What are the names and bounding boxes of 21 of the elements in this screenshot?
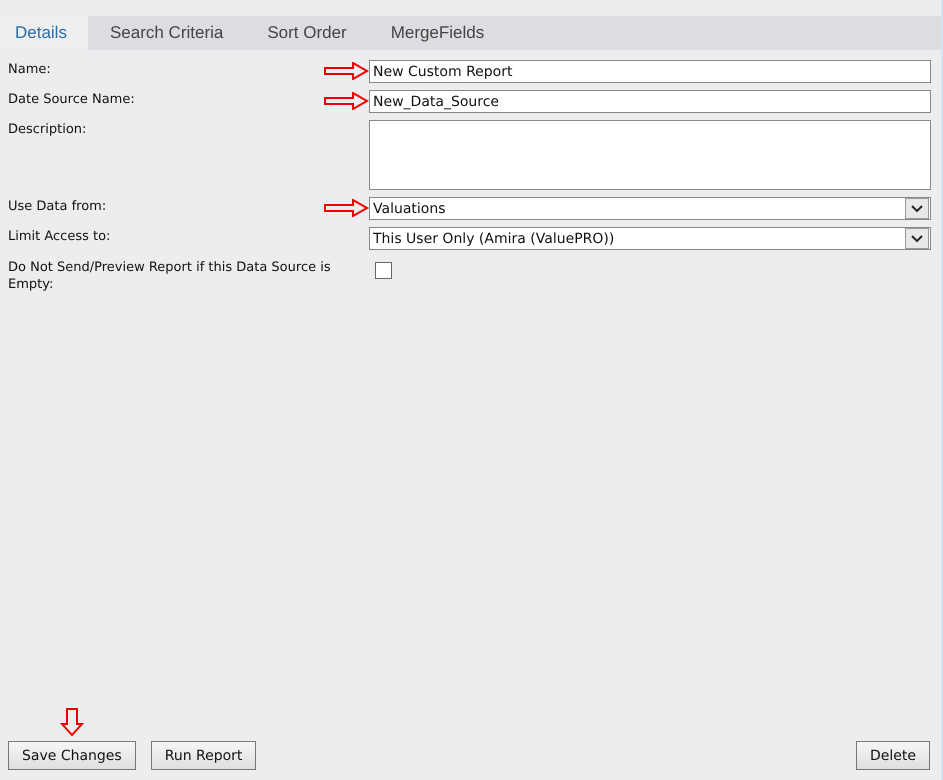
tab[interactable]: Sort Order	[245, 16, 369, 50]
dropdown[interactable]: Valuations	[369, 197, 931, 220]
text-field[interactable]: New Custom Report	[369, 60, 931, 83]
field-label: Use Data from:	[8, 198, 108, 215]
field-label: Date Source Name:	[8, 91, 136, 108]
text-area[interactable]	[369, 120, 931, 190]
tab[interactable]: Details	[0, 16, 88, 50]
tab[interactable]: MergeFields	[368, 16, 506, 50]
chevron-down-icon	[911, 234, 923, 242]
dropdown[interactable]: This User Only (Amira (ValuePRO))	[369, 227, 931, 250]
checkbox[interactable]	[375, 262, 392, 279]
text-field[interactable]: New_Data_Source	[369, 90, 931, 113]
chevron-down-icon	[911, 204, 923, 212]
field-label: Description:	[8, 121, 88, 138]
action-button[interactable]: Delete	[856, 741, 930, 770]
action-button[interactable]: Run Report	[150, 741, 256, 770]
field-label: Name:	[8, 61, 52, 78]
action-button[interactable]: Save Changes	[8, 741, 136, 770]
field-label: Limit Access to:	[8, 228, 112, 245]
field-label: Do Not Send/Preview Report if this Data Source is Empty:	[8, 259, 332, 293]
tab[interactable]: Search Criteria	[88, 16, 246, 50]
